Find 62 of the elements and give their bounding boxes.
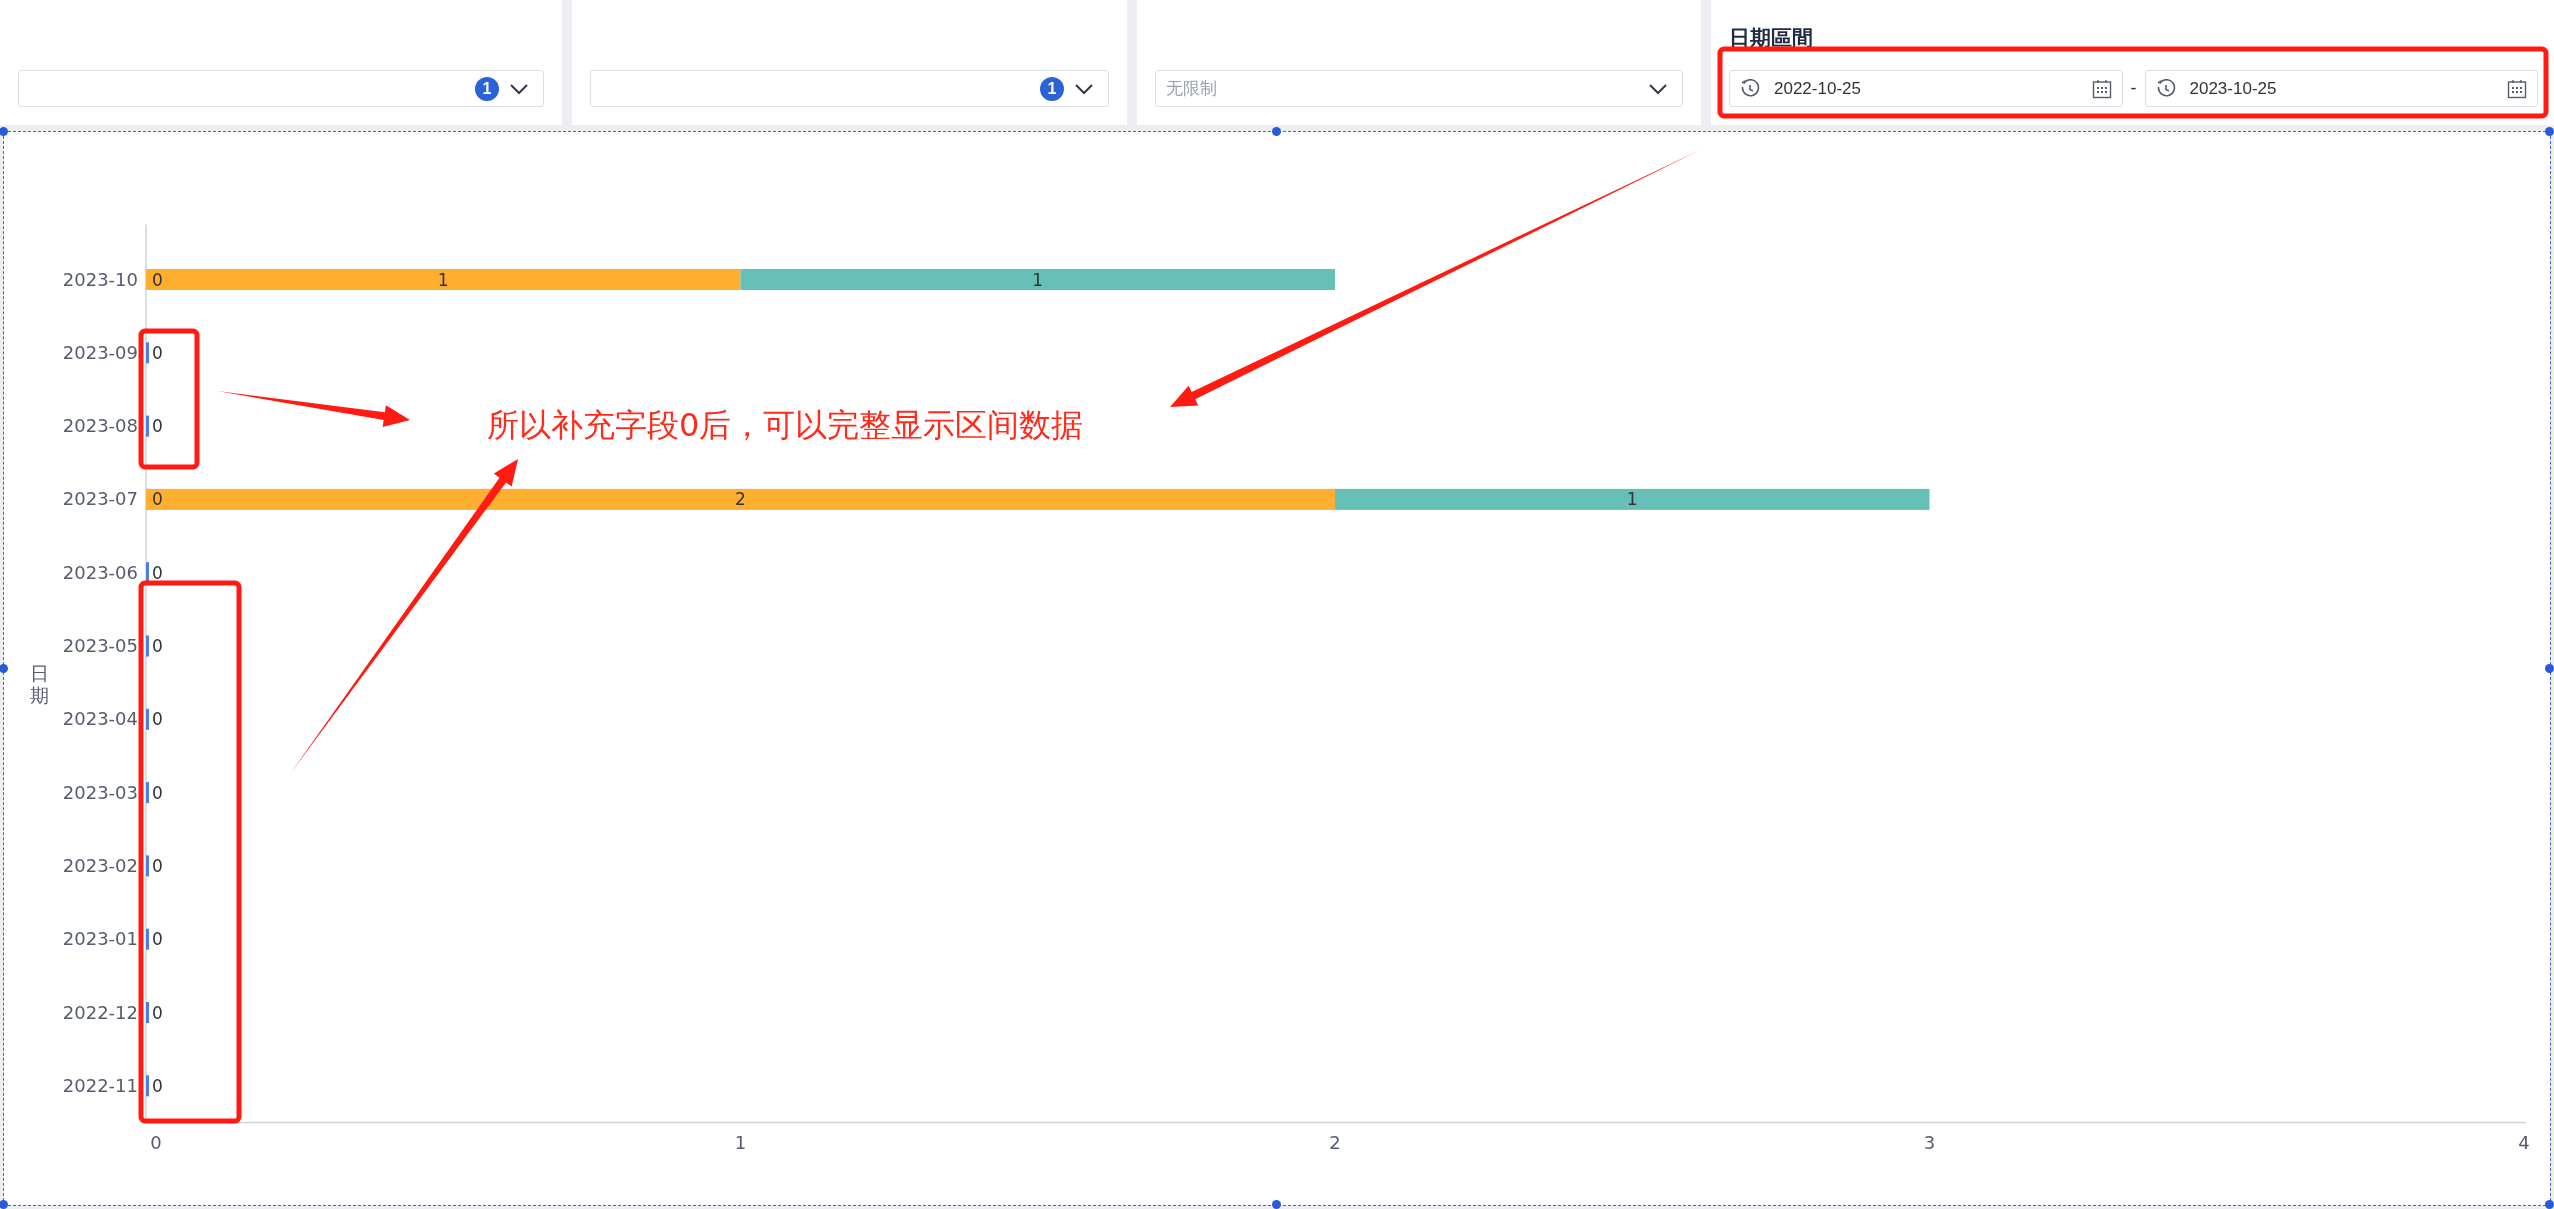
resize-handle[interactable] (2545, 663, 2554, 673)
value-label: 0 (152, 342, 163, 363)
value-label: 0 (152, 562, 163, 583)
value-label: 0 (152, 1075, 163, 1096)
chevron-down-icon (1648, 82, 1668, 95)
category-label: 2023-05 (62, 635, 138, 656)
value-label: 0 (152, 929, 163, 950)
resize-handle[interactable] (2545, 127, 2554, 136)
tick-label: 2 (1329, 1131, 1341, 1153)
count-badge: 1 (475, 76, 499, 101)
value-label: 0 (152, 269, 163, 290)
filter-title: 日期區間 (1729, 25, 1814, 51)
resize-handle[interactable] (2545, 1200, 2554, 1209)
value-label: 1 (1032, 269, 1044, 290)
tick-label: 1 (734, 1131, 747, 1153)
category-label: 2023-09 (62, 341, 138, 363)
resize-handle[interactable] (0, 1200, 8, 1209)
value-label: 1 (1626, 489, 1638, 510)
category-label: 2023-10 (62, 268, 138, 290)
select-input[interactable]: 无限制 (1166, 78, 1638, 99)
value-label: 0 (152, 636, 163, 656)
clock-icon (2155, 78, 2176, 99)
value-label: 0 (152, 489, 163, 510)
resize-handle[interactable] (1272, 127, 1281, 136)
count-badge: 1 (1040, 76, 1064, 101)
category-label: 2023-07 (62, 488, 138, 510)
tick-label: 3 (1923, 1131, 1936, 1153)
tick-label: 0 (150, 1131, 162, 1153)
resize-handle[interactable] (0, 663, 8, 673)
calendar-icon[interactable] (2507, 78, 2527, 99)
value-label: 0 (152, 416, 163, 437)
category-label: 2023-01 (62, 928, 138, 950)
select-field[interactable]: 1 (18, 70, 544, 107)
value-label: 0 (152, 1002, 163, 1023)
value-label: 0 (152, 709, 163, 730)
value-label: 2 (735, 489, 746, 510)
chevron-down-icon (509, 82, 529, 95)
date-picker[interactable]: 2023-10-25 (2144, 70, 2538, 107)
value-label: 0 (152, 782, 163, 803)
range-separator: - (2130, 78, 2137, 99)
value-label: 0 (152, 855, 163, 876)
category-label: 2022-11 (62, 1074, 138, 1096)
category-label: 2022-12 (62, 1001, 138, 1023)
chevron-down-icon (1074, 82, 1094, 95)
value-label: 1 (437, 269, 449, 290)
category-label: 2023-08 (62, 415, 138, 437)
resize-handle[interactable] (1272, 1200, 1281, 1209)
date-input[interactable]: 2022-10-25 (1774, 78, 2078, 99)
date-input[interactable]: 2023-10-25 (2189, 78, 2493, 99)
tick-label: 4 (2518, 1131, 2530, 1153)
category-label: 2023-02 (62, 854, 138, 876)
select-field[interactable]: 无限制 (1155, 70, 1683, 107)
clock-icon (1740, 78, 1760, 99)
category-label: 2023-04 (62, 708, 138, 730)
calendar-icon[interactable] (2091, 78, 2112, 99)
axis-title: 日期 (29, 661, 49, 706)
annotation-text: 所以补充字段0后，可以完整显示区间数据 (487, 405, 1084, 446)
category-label: 2023-06 (62, 561, 138, 583)
select-field[interactable]: 1 (590, 70, 1109, 107)
category-label: 2023-03 (62, 781, 138, 803)
date-picker[interactable]: 2022-10-25 (1729, 70, 2123, 107)
resize-handle[interactable] (0, 127, 8, 136)
